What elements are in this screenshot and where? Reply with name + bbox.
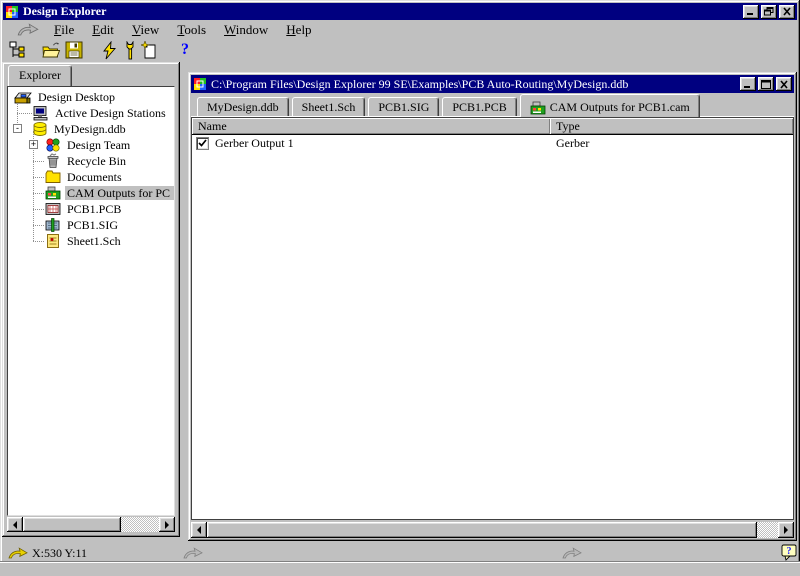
explorer-panel: Explorer Design Desktop (2, 62, 180, 537)
row-checkbox-checked[interactable] (196, 137, 209, 150)
doc-minimize-button[interactable] (740, 77, 756, 91)
tree-item-design-team[interactable]: + Design Team (8, 137, 174, 153)
design-tree[interactable]: Design Desktop Active Design Stations - (7, 86, 175, 516)
wrench-icon (124, 41, 139, 60)
schematic-document-icon (45, 233, 61, 249)
tree-item-active-design-stations[interactable]: Active Design Stations (8, 105, 174, 121)
pcb-document-icon (45, 201, 61, 217)
status-arrow-yellow-icon[interactable] (8, 547, 28, 559)
explorer-tree-icon (9, 41, 27, 59)
recycle-bin-icon (45, 153, 61, 169)
doc-close-button[interactable] (776, 77, 792, 91)
column-header-type[interactable]: Type (550, 118, 793, 134)
cursor-coordinates: X:530 Y:11 (32, 546, 87, 561)
tree-item-sheet1-sch[interactable]: Sheet1.Sch (8, 233, 174, 249)
tree-item-cam-outputs[interactable]: CAM Outputs for PC (8, 185, 174, 201)
folder-icon (45, 169, 61, 185)
database-icon (32, 121, 48, 137)
app-title-bar[interactable]: Design Explorer (3, 3, 797, 20)
column-header-name[interactable]: Name (192, 118, 550, 134)
explorer-h-scrollbar (7, 517, 175, 532)
tab-pcb1-pcb[interactable]: PCB1.PCB (442, 97, 516, 116)
document-path-title: C:\Program Files\Design Explorer 99 SE\E… (211, 77, 740, 92)
app-title: Design Explorer (23, 4, 743, 19)
design-explorer-app: { "colors":{"titlebar":"#000080","chrome… (0, 0, 800, 576)
toggle-explorer-button[interactable] (6, 39, 30, 61)
tree-item-recycle-bin[interactable]: Recycle Bin (8, 153, 174, 169)
new-document-button[interactable] (138, 39, 162, 61)
scroll-thumb[interactable] (207, 522, 757, 538)
row-type: Gerber (550, 136, 793, 151)
sig-document-icon (45, 217, 61, 233)
tab-label: CAM Outputs for PCB1.cam (550, 100, 690, 115)
cam-outputs-icon (530, 100, 546, 116)
workstation-icon (32, 105, 49, 121)
scroll-left-button[interactable] (191, 522, 207, 538)
menu-help[interactable]: Help (277, 20, 320, 40)
tab-pcb1-sig[interactable]: PCB1.SIG (368, 97, 439, 116)
toolbar: ? (3, 38, 797, 62)
check-icon (198, 139, 207, 148)
scroll-track[interactable] (121, 517, 159, 532)
menu-tools[interactable]: Tools (168, 20, 215, 40)
list-header: Name Type (192, 118, 793, 135)
table-row[interactable]: Gerber Output 1 Gerber (192, 135, 793, 152)
menu-grip-arrow-icon[interactable] (17, 23, 39, 36)
tree-item-design-desktop[interactable]: Design Desktop (8, 89, 174, 105)
menu-file[interactable]: File (45, 20, 83, 40)
doc-maximize-button[interactable] (758, 77, 774, 91)
help-question-icon: ? (181, 41, 189, 59)
tree-item-pcb1-pcb[interactable]: PCB1.PCB (8, 201, 174, 217)
bottom-panel-strip (0, 561, 800, 576)
cam-outputs-icon (45, 185, 61, 201)
menu-edit[interactable]: Edit (83, 20, 123, 40)
tab-mydesign-ddb[interactable]: MyDesign.ddb (197, 97, 289, 116)
menu-bar: File Edit View Tools Window Help (3, 20, 797, 39)
save-button[interactable] (62, 39, 86, 61)
status-arrow-gray-icon[interactable] (562, 547, 582, 559)
document-title-bar[interactable]: C:\Program Files\Design Explorer 99 SE\E… (191, 75, 794, 93)
cam-outputs-list: Name Type Gerber Output 1 Gerber (191, 117, 794, 520)
open-folder-icon (41, 41, 61, 59)
scroll-left-button[interactable] (7, 517, 23, 532)
floppy-disk-icon (65, 41, 83, 59)
tree-item-pcb1-sig[interactable]: PCB1.SIG (8, 217, 174, 233)
collapse-expander[interactable]: - (13, 124, 22, 133)
close-button[interactable] (779, 5, 795, 19)
run-button[interactable] (97, 39, 121, 61)
status-arrow-gray-icon[interactable] (183, 547, 203, 559)
scroll-right-button[interactable] (778, 522, 794, 538)
menu-view[interactable]: View (123, 20, 168, 40)
scroll-thumb[interactable] (23, 517, 121, 532)
help-button[interactable]: ? (173, 39, 197, 61)
scroll-right-button[interactable] (159, 517, 175, 532)
tab-sheet1-sch[interactable]: Sheet1.Sch (292, 97, 366, 116)
open-document-button[interactable] (39, 39, 63, 61)
document-window: C:\Program Files\Design Explorer 99 SE\E… (188, 72, 797, 541)
design-explorer-icon (5, 5, 19, 19)
menu-window[interactable]: Window (215, 20, 277, 40)
restore-button[interactable] (761, 5, 777, 19)
tab-cam-outputs[interactable]: CAM Outputs for PCB1.cam (520, 94, 700, 117)
document-tab-bar: MyDesign.ddb Sheet1.Sch PCB1.SIG PCB1.PC… (191, 93, 794, 117)
explorer-panel-tab[interactable]: Explorer (8, 65, 72, 86)
context-help-icon[interactable]: ? (781, 544, 798, 561)
tree-item-documents[interactable]: Documents (8, 169, 174, 185)
lightning-bolt-icon (101, 41, 117, 60)
minimize-button[interactable] (743, 5, 759, 19)
expand-expander[interactable]: + (29, 140, 38, 149)
help-glyph: ? (787, 546, 792, 557)
tree-item-mydesign-ddb[interactable]: - MyDesign.ddb (8, 121, 174, 137)
row-name: Gerber Output 1 (215, 136, 294, 151)
design-explorer-icon (193, 77, 207, 91)
new-document-icon (141, 41, 159, 60)
desktop-icon (12, 89, 32, 105)
selected-tree-label: CAM Outputs for PC (65, 186, 174, 200)
design-team-icon (45, 137, 61, 153)
document-h-scrollbar (191, 522, 794, 538)
scroll-track[interactable] (757, 522, 778, 538)
status-bar: X:530 Y:11 ? (0, 543, 800, 561)
